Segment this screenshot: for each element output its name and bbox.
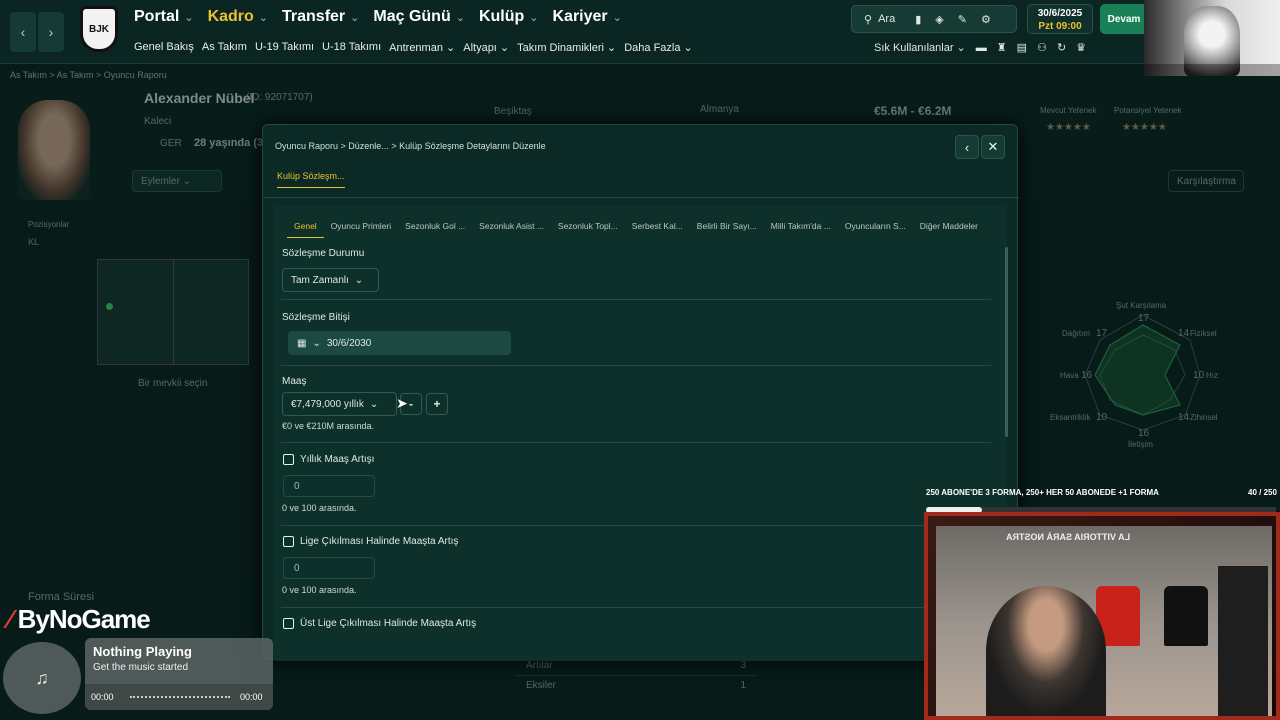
submenu-genel-bakis[interactable]: Genel Bakış bbox=[134, 41, 194, 54]
wall-banner: LA VITTORIA SARÀ NOSTRA bbox=[1006, 532, 1131, 542]
bookmark-icon[interactable]: ▮ bbox=[915, 13, 921, 26]
submenu-altyapi[interactable]: Altyapı ⌄ bbox=[463, 41, 509, 54]
shield-icon[interactable]: ◈ bbox=[935, 13, 943, 26]
tab-players[interactable]: Oyuncuların S... bbox=[838, 221, 913, 238]
webcam-feed: LA VITTORIA SARÀ NOSTRA bbox=[924, 512, 1280, 720]
menu-portal[interactable]: Portal ⌄ bbox=[134, 8, 194, 26]
tab-player-bonuses[interactable]: Oyuncu Primleri bbox=[324, 221, 398, 238]
annual-raise-label: Yıllık Maaş Artışı bbox=[300, 454, 375, 465]
contract-status-dropdown[interactable]: Tam Zamanlı ⌄ bbox=[282, 268, 379, 292]
modal-breadcrumb[interactable]: Oyuncu Raporu > Düzenle... > Kulüp Sözle… bbox=[275, 141, 546, 151]
music-seek-bar[interactable] bbox=[130, 696, 230, 698]
contract-form: Genel Oyuncu Primleri Sezonluk Gol ... S… bbox=[273, 205, 1008, 661]
chevron-down-icon: ⌄ bbox=[354, 274, 364, 286]
chat-icon[interactable]: ▬ bbox=[976, 42, 987, 54]
tab-season-goals[interactable]: Sezonluk Gol ... bbox=[398, 221, 472, 238]
salary-dropdown[interactable]: €7,479,000 yıllık ⌄ bbox=[282, 392, 397, 416]
date-text: 30/6/2025 bbox=[1037, 8, 1083, 19]
stream-promo-count: 40 / 250 bbox=[1248, 488, 1277, 497]
tab-season-total[interactable]: Sezonluk Topl... bbox=[551, 221, 625, 238]
menu-kulup[interactable]: Kulüp ⌄ bbox=[479, 8, 539, 26]
chevron-down-icon: ⌄ bbox=[369, 398, 379, 410]
promotion-raise-label: Lige Çıkılması Halinde Maaşta Artış bbox=[300, 536, 459, 547]
scrollbar[interactable] bbox=[1005, 247, 1008, 437]
trophy-icon[interactable]: ♛ bbox=[1076, 41, 1086, 54]
submenu-antrenman[interactable]: Antrenman ⌄ bbox=[389, 41, 455, 54]
promotion-raise-checkbox[interactable] bbox=[283, 536, 294, 547]
tab-specific-count[interactable]: Belirli Bir Sayı... bbox=[690, 221, 764, 238]
modal-close-button[interactable]: ✕ bbox=[981, 135, 1005, 159]
sub-menu: Genel Bakış As Takım U-19 Takımı U-18 Ta… bbox=[134, 41, 693, 54]
promotion-raise-input[interactable]: 0 bbox=[283, 557, 375, 579]
tab-season-assists[interactable]: Sezonluk Asist ... bbox=[472, 221, 551, 238]
top-league-raise-label: Üst Lige Çıkılması Halinde Maaşta Artış bbox=[300, 618, 477, 629]
tab-genel[interactable]: Genel bbox=[287, 221, 324, 238]
annual-raise-checkbox[interactable] bbox=[283, 454, 294, 465]
shirt-icon[interactable]: ♜ bbox=[997, 41, 1007, 54]
submenu-daha-fazla[interactable]: Daha Fazla ⌄ bbox=[624, 41, 693, 54]
salary-value: €7,479,000 yıllık bbox=[291, 398, 364, 410]
tab-release-clause[interactable]: Serbest Kal... bbox=[625, 221, 690, 238]
tab-national-team[interactable]: Milli Takım'da ... bbox=[764, 221, 838, 238]
contract-end-label: Sözleşme Bitişi bbox=[282, 312, 350, 323]
calendar-icon[interactable]: ▦ bbox=[297, 338, 306, 349]
inner-tabs: Genel Oyuncu Primleri Sezonluk Gol ... S… bbox=[287, 221, 985, 238]
club-crest-icon[interactable]: BJK bbox=[80, 6, 118, 52]
top-bar: ‹ › BJK Portal ⌄ Kadro ⌄ Transfer ⌄ Maç Gün… bbox=[0, 0, 1280, 64]
tab-other-clauses[interactable]: Diğer Maddeler bbox=[913, 221, 985, 238]
favorites-dropdown[interactable]: Sık Kullanılanlar ⌄ bbox=[874, 41, 966, 54]
stream-promo-text: 250 ABONE'DE 3 FORMA, 250+ HER 50 ABONED… bbox=[926, 488, 1159, 497]
music-title: Nothing Playing bbox=[93, 644, 192, 659]
menu-kariyer[interactable]: Kariyer ⌄ bbox=[552, 8, 621, 26]
annual-raise-hint: 0 ve 100 arasında. bbox=[282, 503, 357, 513]
modal-back-button[interactable]: ‹ bbox=[955, 135, 979, 159]
menu-kadro[interactable]: Kadro ⌄ bbox=[208, 8, 268, 26]
music-subtitle: Get the music started bbox=[93, 662, 189, 673]
submenu-u19[interactable]: U-19 Takımı bbox=[255, 41, 314, 54]
submenu-as-takim[interactable]: As Takım bbox=[202, 41, 247, 54]
contract-edit-modal: Oyuncu Raporu > Düzenle... > Kulüp Sözle… bbox=[262, 124, 1019, 661]
music-widget: Nothing Playing Get the music started 00… bbox=[85, 638, 273, 710]
continue-button[interactable]: Devam bbox=[1100, 4, 1148, 34]
contract-end-value: 30/6/2030 bbox=[326, 337, 372, 349]
search-icon[interactable]: ⚲ bbox=[852, 13, 878, 26]
menu-mac-gunu[interactable]: Maç Günü ⌄ bbox=[373, 8, 465, 26]
music-icon: ♫ bbox=[3, 642, 81, 714]
salary-label: Maaş bbox=[282, 376, 307, 387]
refresh-icon[interactable]: ↻ bbox=[1057, 41, 1066, 54]
submenu-u18[interactable]: U-18 Takımı bbox=[322, 41, 381, 54]
tab-contract[interactable]: Kulüp Sözleşm... bbox=[277, 171, 345, 188]
clipboard-icon[interactable]: ▤ bbox=[1017, 41, 1027, 54]
day-time-text: Pzt 09:00 bbox=[1038, 21, 1082, 32]
game-date[interactable]: 30/6/2025 Pzt 09:00 bbox=[1027, 4, 1093, 34]
search-toolbar: ⚲ Ara ▮ ◈ ✎ ⚙ bbox=[851, 5, 1017, 33]
chevron-down-icon: ⌄ bbox=[312, 337, 321, 349]
submenu-takim-dinamikleri[interactable]: Takım Dinamikleri ⌄ bbox=[517, 41, 616, 54]
music-time-end: 00:00 bbox=[240, 692, 263, 702]
main-menu: Portal ⌄ Kadro ⌄ Transfer ⌄ Maç Günü ⌄ Kulüp… bbox=[134, 8, 622, 26]
top-league-raise-checkbox[interactable] bbox=[283, 618, 294, 629]
back-button[interactable]: ‹ bbox=[10, 12, 36, 52]
quick-toolbar: Sık Kullanılanlar ⌄ ▬ ♜ ▤ ⚇ ↻ ♛ bbox=[874, 41, 1086, 55]
gear-icon[interactable]: ⚙ bbox=[981, 13, 991, 26]
mouse-cursor-icon: ➤ bbox=[396, 395, 408, 411]
annual-raise-input[interactable]: 0 bbox=[283, 475, 375, 497]
search-label[interactable]: Ara bbox=[878, 13, 895, 25]
forward-button[interactable]: › bbox=[38, 12, 64, 52]
contract-status-label: Sözleşme Durumu bbox=[282, 248, 365, 259]
menu-transfer[interactable]: Transfer ⌄ bbox=[282, 8, 359, 26]
salary-hint: €0 ve €210M arasında. bbox=[282, 421, 375, 431]
salary-increase-button[interactable]: + bbox=[426, 393, 448, 415]
people-icon[interactable]: ⚇ bbox=[1037, 41, 1047, 54]
pen-icon[interactable]: ✎ bbox=[958, 13, 967, 26]
bynogame-logo: ⁄ ByNoGame bbox=[8, 604, 151, 634]
promotion-raise-hint: 0 ve 100 arasında. bbox=[282, 585, 357, 595]
contract-status-value: Tam Zamanlı bbox=[291, 274, 349, 286]
music-time-start: 00:00 bbox=[91, 692, 114, 702]
contract-end-date-picker[interactable]: ▦ ⌄ 30/6/2030 bbox=[288, 331, 511, 355]
